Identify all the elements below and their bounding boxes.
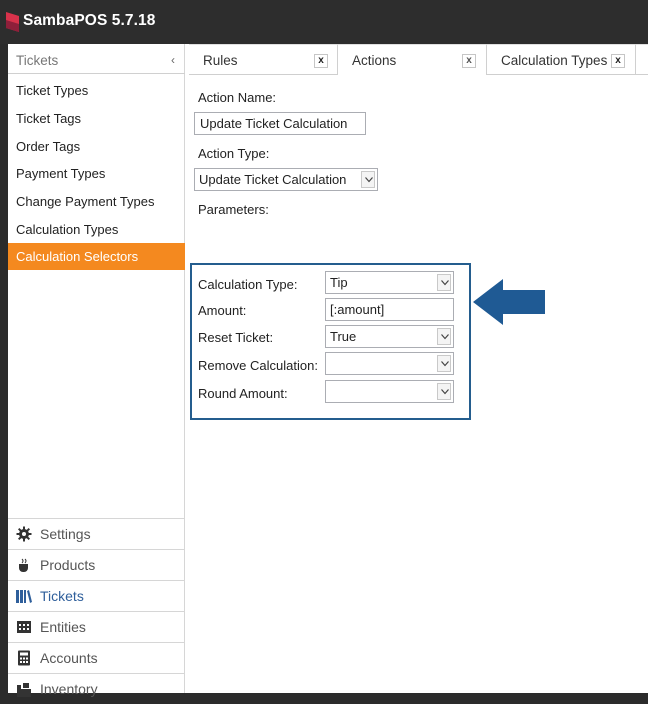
action-name-input[interactable]: Update Ticket Calculation [194, 112, 366, 135]
action-type-value: Update Ticket Calculation [199, 172, 347, 187]
tab-rules-label: Rules [203, 53, 238, 68]
app-title: SambaPOS 5.7.18 [23, 12, 155, 30]
tab-rules[interactable]: Rules x [189, 44, 338, 75]
nav-tickets-label: Tickets [40, 588, 84, 604]
sidebar: Tickets ‹ Ticket Types Ticket Tags Order… [8, 44, 185, 697]
reset-ticket-select[interactable]: True [325, 325, 454, 348]
nav-entities[interactable]: Entities [8, 611, 185, 641]
gear-icon [16, 526, 32, 542]
sidebar-item-change-payment-types[interactable]: Change Payment Types [8, 188, 185, 215]
close-icon[interactable]: x [314, 54, 328, 68]
tab-overflow[interactable] [636, 44, 648, 75]
sidebar-item-calculation-types[interactable]: Calculation Types [8, 216, 185, 243]
chevron-down-icon[interactable] [437, 355, 451, 372]
chevron-down-icon[interactable] [437, 383, 451, 400]
action-type-label: Action Type: [198, 146, 270, 161]
action-type-select[interactable]: Update Ticket Calculation [194, 168, 378, 191]
inventory-icon [17, 683, 31, 697]
reset-ticket-label: Reset Ticket: [198, 330, 274, 345]
chevron-down-icon[interactable] [437, 274, 451, 291]
sidebar-item-payment-types[interactable]: Payment Types [8, 160, 185, 187]
nav-inventory[interactable]: Inventory [8, 673, 185, 703]
round-amount-label: Round Amount: [198, 386, 288, 401]
amount-label: Amount: [198, 303, 247, 318]
tab-actions[interactable]: Actions x [338, 44, 487, 75]
action-name-label: Action Name: [198, 90, 277, 105]
document-tabs: Rules x Actions x Calculation Types x [189, 44, 648, 75]
nav-accounts[interactable]: Accounts [8, 642, 185, 672]
collapse-chevron-icon[interactable]: ‹ [171, 53, 175, 67]
chevron-down-icon[interactable] [437, 328, 451, 345]
sidebar-item-calculation-selectors[interactable]: Calculation Selectors [8, 243, 185, 270]
nav-inventory-label: Inventory [40, 681, 98, 697]
tab-calculation-types[interactable]: Calculation Types x [487, 44, 636, 75]
chevron-down-icon[interactable] [361, 171, 375, 188]
tab-calculation-types-label: Calculation Types [501, 53, 608, 68]
reset-ticket-value: True [330, 329, 357, 344]
coffee-cup-icon [19, 558, 28, 572]
nav-settings[interactable]: Settings [8, 518, 185, 548]
nav-tickets[interactable]: Tickets [8, 580, 185, 610]
close-icon[interactable]: x [611, 54, 625, 68]
calculation-type-value: Tip [330, 275, 348, 290]
calculator-icon [18, 650, 30, 666]
sidebar-header: Tickets ‹ [8, 48, 185, 74]
close-icon[interactable]: x [462, 54, 476, 68]
amount-input[interactable]: [:amount] [325, 298, 454, 321]
pointer-arrow-icon [473, 279, 545, 325]
app-title-prefix: Samba [23, 12, 75, 29]
round-amount-select[interactable] [325, 380, 454, 403]
calculation-type-select[interactable]: Tip [325, 271, 454, 294]
sambapos-logo-icon [6, 12, 19, 32]
main-window: Tickets ‹ Ticket Types Ticket Tags Order… [8, 44, 648, 697]
nav-entities-label: Entities [40, 619, 86, 635]
app-title-suffix: POS 5.7.18 [74, 12, 156, 29]
remove-calculation-label: Remove Calculation: [198, 358, 318, 373]
remove-calculation-select[interactable] [325, 352, 454, 375]
tab-actions-label: Actions [352, 53, 397, 68]
title-bar: SambaPOS 5.7.18 [0, 0, 648, 44]
sidebar-item-ticket-types[interactable]: Ticket Types [8, 77, 185, 104]
sidebar-item-ticket-tags[interactable]: Ticket Tags [8, 105, 185, 132]
calculation-type-label: Calculation Type: [198, 277, 298, 292]
nav-accounts-label: Accounts [40, 650, 98, 666]
nav-settings-label: Settings [40, 526, 91, 542]
nav-products[interactable]: Products [8, 549, 185, 579]
action-editor: Action Name: Update Ticket Calculation A… [189, 76, 648, 693]
nav-products-label: Products [40, 557, 96, 573]
parameters-label: Parameters: [198, 202, 269, 217]
tickets-books-icon [16, 590, 32, 603]
entities-grid-icon [17, 621, 31, 633]
sidebar-header-label: Tickets [16, 53, 59, 68]
sidebar-item-order-tags[interactable]: Order Tags [8, 133, 185, 160]
